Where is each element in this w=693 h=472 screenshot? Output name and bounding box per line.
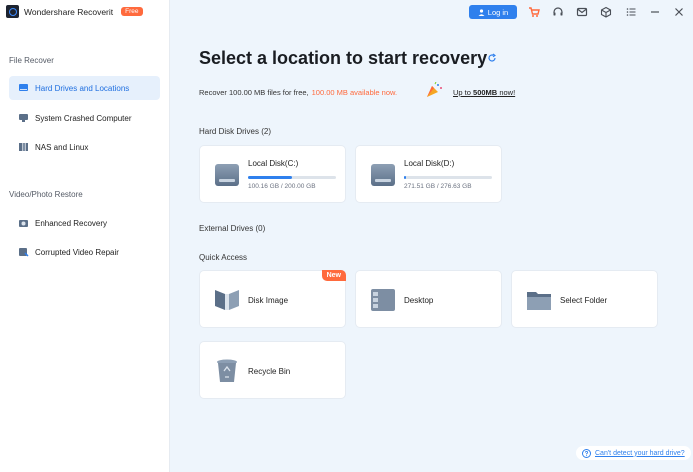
- disk-usage-bar: [248, 176, 336, 179]
- mail-icon[interactable]: [575, 5, 589, 19]
- promo-link-suffix: now!: [499, 88, 516, 97]
- promo-link-bold: 500MB: [473, 88, 498, 97]
- upgrade-link[interactable]: Up to 500MB now!: [453, 88, 515, 97]
- promo-link-prefix: Up to: [453, 88, 471, 97]
- quick-access-disk-image[interactable]: Disk Image New: [199, 270, 346, 328]
- nas-icon: [18, 142, 29, 152]
- new-badge: New: [321, 270, 346, 281]
- sidebar-item-video-repair[interactable]: Corrupted Video Repair: [9, 240, 160, 264]
- quick-access-label: Disk Image: [248, 296, 289, 305]
- sidebar-item-system-crashed[interactable]: System Crashed Computer: [9, 106, 160, 130]
- quick-access-recycle-bin[interactable]: Recycle Bin: [199, 341, 346, 399]
- quick-access-label: Desktop: [404, 296, 434, 305]
- section-title-file-recover: File Recover: [9, 56, 54, 65]
- disk-usage-fill: [248, 176, 292, 179]
- menu-list-icon[interactable]: [624, 5, 638, 19]
- hard-drive-icon: [18, 83, 29, 93]
- video-repair-icon: [18, 247, 29, 257]
- hard-disk-label: Hard Disk Drives (2): [199, 127, 272, 136]
- login-label: Log in: [487, 7, 509, 17]
- disk-size: 271.51 GB / 276.63 GB: [404, 183, 472, 190]
- user-icon: [478, 8, 485, 16]
- minimize-icon[interactable]: [648, 5, 662, 19]
- cube-icon[interactable]: [599, 5, 613, 19]
- quick-access-label: Select Folder: [560, 296, 608, 305]
- title-bar: Log in: [170, 0, 693, 24]
- sidebar-item-label: System Crashed Computer: [35, 113, 132, 123]
- login-button[interactable]: Log in: [469, 5, 517, 19]
- disk-name: Local Disk(C:): [248, 159, 299, 168]
- sidebar-item-label: Corrupted Video Repair: [35, 247, 119, 257]
- sidebar: Wondershare Recoverit Free File Recover …: [0, 0, 170, 472]
- desktop-icon: [369, 286, 397, 314]
- quick-access-select-folder[interactable]: Select Folder: [511, 270, 658, 328]
- disk-usage-fill: [404, 176, 406, 179]
- cant-detect-drive-link[interactable]: Can't detect your hard drive?: [576, 446, 691, 460]
- camera-icon: [18, 218, 29, 228]
- sidebar-item-hard-drives[interactable]: Hard Drives and Locations: [9, 76, 160, 100]
- recycle-bin-icon: [213, 357, 241, 385]
- sidebar-item-label: NAS and Linux: [35, 142, 89, 152]
- disk-card-d[interactable]: Local Disk(D:) 271.51 GB / 276.63 GB: [355, 145, 502, 203]
- help-icon: [582, 448, 591, 458]
- close-icon[interactable]: [672, 5, 686, 19]
- help-link-text: Can't detect your hard drive?: [595, 449, 685, 457]
- sidebar-item-label: Enhanced Recovery: [35, 218, 108, 228]
- page-title: Select a location to start recovery: [199, 48, 488, 68]
- quick-access-label: Quick Access: [199, 253, 248, 262]
- cart-icon[interactable]: [527, 5, 541, 19]
- quick-access-label: Recycle Bin: [248, 367, 291, 376]
- promo-highlight: 100.00 MB available now.: [311, 88, 398, 97]
- disk-size: 100.16 GB / 200.00 GB: [248, 183, 316, 190]
- external-drives-label: External Drives (0): [199, 224, 266, 233]
- promo-main: Recover 100.00 MB files for free,: [199, 88, 309, 97]
- party-popper-icon: [425, 81, 443, 101]
- disk-icon: [371, 164, 395, 186]
- free-badge: Free: [121, 7, 143, 16]
- disk-name: Local Disk(D:): [404, 159, 455, 168]
- disk-image-icon: [213, 286, 241, 314]
- promo-text: Recover 100.00 MB files for free, 100.00…: [199, 88, 397, 97]
- sidebar-item-nas-linux[interactable]: NAS and Linux: [9, 135, 160, 159]
- app-logo-icon: [6, 5, 19, 18]
- app-title: Wondershare Recoverit: [24, 6, 114, 17]
- refresh-icon[interactable]: [487, 53, 497, 66]
- disk-card-c[interactable]: Local Disk(C:) 100.16 GB / 200.00 GB: [199, 145, 346, 203]
- quick-access-desktop[interactable]: Desktop: [355, 270, 502, 328]
- windows-disk-icon: [215, 164, 239, 186]
- sidebar-item-label: Hard Drives and Locations: [35, 83, 130, 93]
- folder-icon: [525, 286, 553, 314]
- disk-usage-bar: [404, 176, 492, 179]
- section-title-video-restore: Video/Photo Restore: [9, 190, 83, 199]
- brand: Wondershare Recoverit Free: [6, 5, 143, 18]
- sidebar-item-enhanced-recovery[interactable]: Enhanced Recovery: [9, 211, 160, 235]
- monitor-icon: [18, 113, 29, 123]
- headset-icon[interactable]: [551, 5, 565, 19]
